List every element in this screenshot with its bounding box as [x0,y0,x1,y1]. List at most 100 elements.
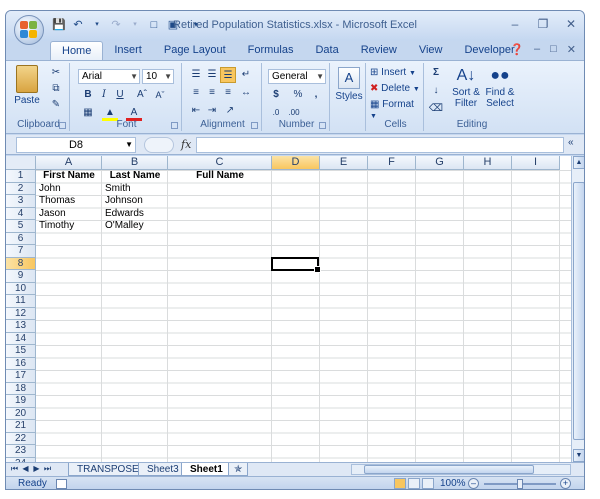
formula-input[interactable] [196,137,564,153]
column-header-g[interactable]: G [416,156,464,170]
row-header-11[interactable]: 11 [6,295,36,308]
help-icon[interactable]: ❓ [510,43,524,56]
row-header-13[interactable]: 13 [6,320,36,333]
grow-font-icon[interactable]: Aˆ [134,87,150,103]
cell-a4[interactable]: Jason [36,208,102,221]
column-header-d[interactable]: D [272,156,320,170]
styles-button[interactable]: A Styles [334,65,364,119]
select-all-corner[interactable] [6,156,36,170]
zoom-in-icon[interactable]: + [560,478,571,489]
horizontal-scrollbar[interactable] [351,464,571,475]
row-header-16[interactable]: 16 [6,357,36,370]
row-header-18[interactable]: 18 [6,382,36,395]
cell-a1[interactable]: First Name [36,170,102,183]
column-header-e[interactable]: E [320,156,368,170]
name-box[interactable]: D8 ▼ [16,137,136,153]
workbook-close-icon[interactable]: ✕ [567,43,576,56]
ribbon-restore-icon[interactable]: □ [550,43,557,56]
cell-b4[interactable]: Edwards [102,208,168,221]
comma-format-button[interactable]: , [308,87,324,103]
close-icon[interactable]: ✕ [564,17,578,31]
ribbon-minimize-icon[interactable]: – [534,43,540,56]
cell-b5[interactable]: O'Malley [102,220,168,233]
row-header-20[interactable]: 20 [6,407,36,420]
next-sheet-icon[interactable]: ▶ [32,464,41,474]
cell-b2[interactable]: Smith [102,183,168,196]
row-header-10[interactable]: 10 [6,282,36,295]
cell-b1[interactable]: Last Name [102,170,168,183]
percent-format-button[interactable]: % [290,87,306,103]
scroll-down-icon[interactable]: ▼ [573,449,584,462]
record-macro-icon[interactable] [56,479,67,489]
align-middle-icon[interactable]: ☰ [204,67,220,83]
prev-sheet-icon[interactable]: ◀ [21,464,30,474]
italic-icon[interactable]: I [96,87,112,103]
orientation-icon[interactable]: ↗ [222,103,238,119]
cell-a2[interactable]: John [36,183,102,196]
wrap-text-icon[interactable]: ↵ [238,67,254,83]
office-button[interactable] [14,15,44,45]
font-name-combo[interactable]: Arial ▼ [78,69,140,84]
column-header-a[interactable]: A [36,156,102,170]
page-break-view-icon[interactable] [422,478,434,489]
row-header-7[interactable]: 7 [6,245,36,258]
font-dialog-launcher[interactable] [171,122,178,129]
row-header-3[interactable]: 3 [6,195,36,208]
sheet-tab-sheet1[interactable]: Sheet1 [181,463,232,476]
copy-icon[interactable]: ⧉ [48,81,64,97]
clipboard-dialog-launcher[interactable] [59,122,66,129]
row-header-15[interactable]: 15 [6,345,36,358]
row-header-22[interactable]: 22 [6,432,36,445]
sheet-tab-transpose[interactable]: TRANSPOSE [68,463,148,476]
row-header-19[interactable]: 19 [6,395,36,408]
alignment-dialog-launcher[interactable] [251,122,258,129]
zoom-level[interactable]: 100% [440,478,466,489]
expand-formula-bar-icon[interactable]: « [568,137,580,153]
insert-function-button[interactable]: fx [181,138,191,151]
format-painter-icon[interactable]: ✎ [48,97,64,113]
row-header-2[interactable]: 2 [6,182,36,195]
row-header-14[interactable]: 14 [6,332,36,345]
scroll-up-icon[interactable]: ▲ [573,156,584,169]
row-header-5[interactable]: 5 [6,220,36,233]
cell-a3[interactable]: Thomas [36,195,102,208]
currency-format-button[interactable]: $ [268,87,284,103]
row-header-23[interactable]: 23 [6,445,36,458]
tab-view[interactable]: View [408,41,454,61]
cell-a5[interactable]: Timothy [36,220,102,233]
normal-view-icon[interactable] [394,478,406,489]
zoom-slider-thumb[interactable] [517,479,523,489]
number-format-combo[interactable]: General ▼ [268,69,326,84]
row-header-4[interactable]: 4 [6,207,36,220]
vertical-scroll-thumb[interactable] [573,182,584,440]
column-header-f[interactable]: F [368,156,416,170]
font-size-combo[interactable]: 10 ▼ [142,69,174,84]
increase-indent-icon[interactable]: ⇥ [204,103,220,119]
tab-data[interactable]: Data [304,41,349,61]
fill-icon[interactable]: ↓ [428,83,444,99]
worksheet-grid[interactable]: ABCDEFGHI 1 2 3 4 5 6 7 8 9 10 11 12 13 14 15 16 17 18 19 2… [6,156,571,462]
align-right-icon[interactable]: ≡ [220,85,236,101]
last-sheet-icon[interactable]: ⏭ [43,464,52,474]
column-header-i[interactable]: I [512,156,560,170]
align-bottom-icon[interactable]: ☰ [220,67,236,83]
cell-b3[interactable]: Johnson [102,195,168,208]
underline-icon[interactable]: U [112,87,128,103]
row-header-12[interactable]: 12 [6,307,36,320]
row-header-9[interactable]: 9 [6,270,36,283]
first-sheet-icon[interactable]: ⏮ [10,464,19,474]
align-left-icon[interactable]: ≡ [188,85,204,101]
tab-formulas[interactable]: Formulas [237,41,305,61]
align-top-icon[interactable]: ☰ [188,67,204,83]
cut-icon[interactable]: ✂ [48,65,64,81]
bold-icon[interactable]: B [80,87,96,103]
tab-page-layout[interactable]: Page Layout [153,41,237,61]
column-header-c[interactable]: C [168,156,272,170]
row-header-8[interactable]: 8 [6,257,36,270]
find-select-button[interactable]: ●● Find & Select [484,65,516,109]
column-header-b[interactable]: B [102,156,168,170]
insert-cells-button[interactable]: ⊞ Insert ▼ [370,67,422,78]
merge-center-icon[interactable]: ↔ [238,85,254,101]
vertical-scrollbar[interactable]: ▲ ▼ [571,156,584,462]
paste-button[interactable]: Paste [12,65,42,113]
